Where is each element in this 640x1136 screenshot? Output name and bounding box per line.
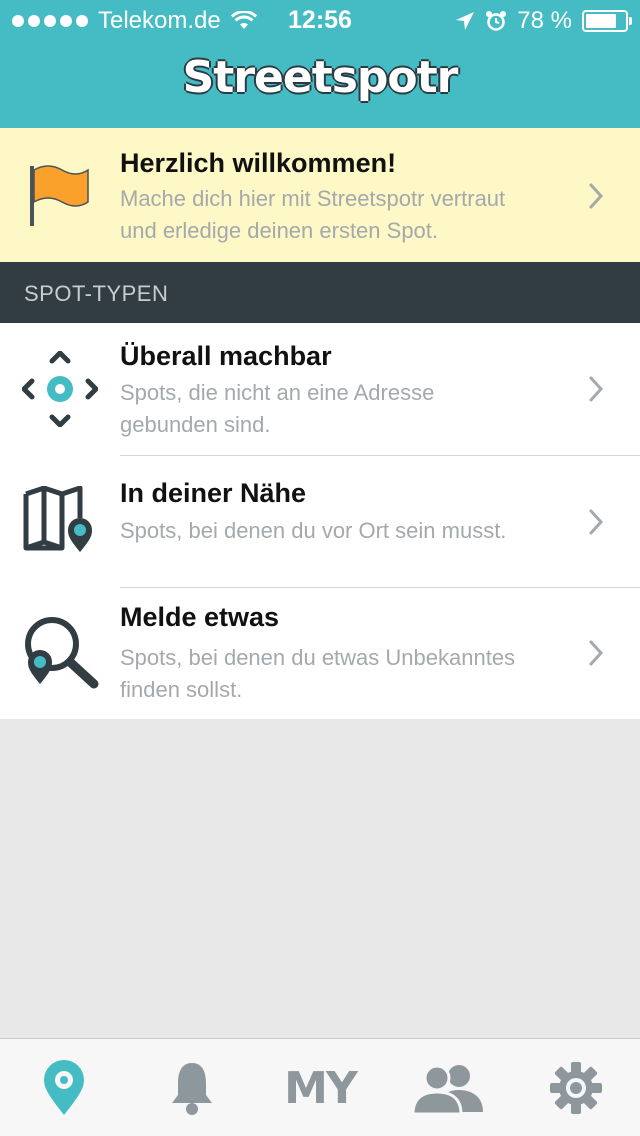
tab-spots[interactable]: [0, 1039, 128, 1136]
spot-type-report[interactable]: Melde etwas Spots, bei denen du etwas Un…: [0, 588, 640, 719]
my-icon: MY: [284, 1062, 358, 1114]
welcome-banner[interactable]: Herzlich willkommen! Mache dich hier mit…: [0, 128, 640, 262]
tab-my[interactable]: MY: [256, 1039, 384, 1136]
chevron-right-icon: [589, 376, 604, 402]
spot-type-title: Überall machbar: [120, 341, 332, 371]
tab-bar: MY: [0, 1038, 640, 1136]
bell-icon: [172, 1063, 212, 1115]
welcome-line-1: Mache dich hier mit Streetspotr vertraut: [120, 186, 506, 211]
app-header: Telekom.de 12:56 78 % Streetspotr: [0, 0, 640, 128]
tab-friends[interactable]: [384, 1039, 512, 1136]
battery-icon: [582, 10, 632, 32]
app-logo: Streetspotr: [182, 52, 459, 103]
spot-type-desc-line-2: gebunden sind.: [120, 412, 271, 437]
spot-type-desc-line-1: Spots, bei denen du vor Ort sein musst.: [120, 518, 507, 543]
magnifier-pin-icon: [25, 617, 99, 689]
map-pin-icon: [23, 486, 92, 552]
spot-type-desc-line-1: Spots, die nicht an eine Adresse: [120, 380, 435, 405]
section-header-spot-types: SPOT-TYPEN: [0, 262, 640, 323]
spot-types-list: Überall machbar Spots, die nicht an eine…: [0, 323, 640, 719]
battery-percentage: 78 %: [517, 7, 572, 34]
spot-type-desc-line-2: finden sollst.: [120, 677, 243, 702]
welcome-title: Herzlich willkommen!: [120, 148, 397, 178]
chevron-right-icon: [589, 640, 604, 666]
move-arrows-icon: [22, 351, 98, 427]
chevron-right-icon: [589, 183, 604, 209]
flag-icon: [30, 165, 89, 226]
spot-type-nearby[interactable]: In deiner Nähe Spots, bei denen du vor O…: [0, 456, 640, 587]
alarm-icon: [486, 11, 507, 31]
spot-type-desc-line-1: Spots, bei denen du etwas Unbekanntes: [120, 645, 516, 670]
status-bar: Telekom.de 12:56 78 %: [0, 0, 640, 40]
tab-settings[interactable]: [512, 1039, 640, 1136]
spot-type-anywhere[interactable]: Überall machbar Spots, die nicht an eine…: [0, 323, 640, 455]
spot-type-title: In deiner Nähe: [120, 478, 307, 508]
spot-type-title: Melde etwas: [120, 602, 280, 632]
friends-icon: [411, 1064, 483, 1114]
chevron-right-icon: [589, 509, 604, 535]
tab-notifications[interactable]: [128, 1039, 256, 1136]
location-pin-icon: [44, 1060, 84, 1115]
gear-icon: [550, 1062, 602, 1114]
welcome-line-2: und erledige deinen ersten Spot.: [120, 218, 439, 243]
location-arrow-icon: [456, 12, 475, 30]
